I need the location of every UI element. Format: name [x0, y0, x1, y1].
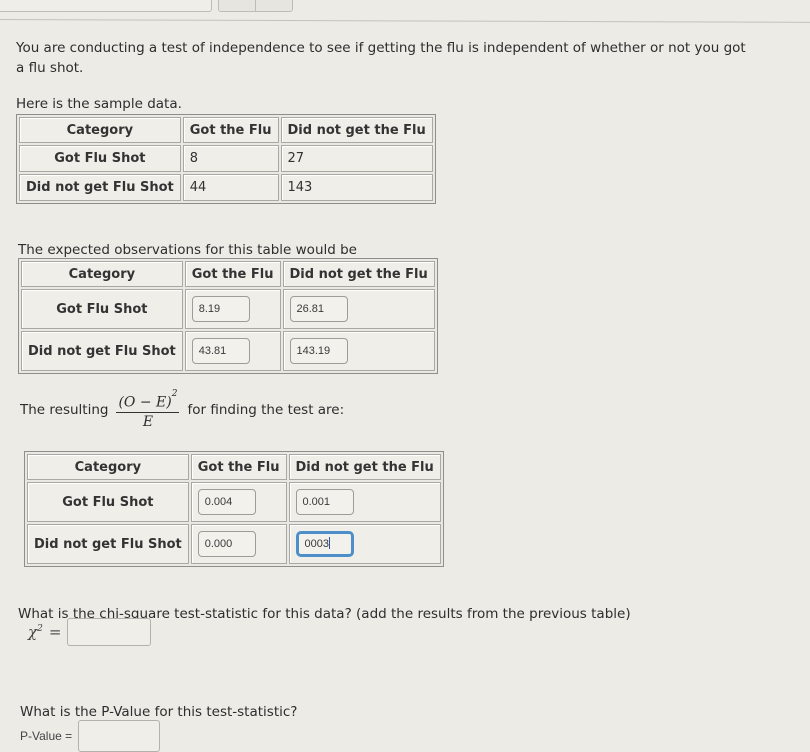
- column-header: Did not get the Flu: [280, 117, 433, 143]
- expected-input[interactable]: 26.81: [289, 296, 348, 322]
- chi-exponent: 2: [37, 624, 43, 634]
- expected-input[interactable]: 8.19: [191, 296, 250, 322]
- row-label: Did not get Flu Shot: [19, 174, 181, 201]
- column-header: Category: [19, 117, 181, 143]
- table-row: Did not get Flu Shot 43.81 143.19: [21, 331, 435, 371]
- observed-cell: 27: [280, 145, 433, 172]
- formula-fraction: (O − E)2 E: [116, 389, 180, 430]
- column-header: Category: [21, 261, 183, 287]
- observed-cell: 8: [182, 145, 279, 172]
- question-text: You are conducting a test of independenc…: [16, 40, 746, 76]
- table-row: Did not get Flu Shot 44 143: [19, 174, 433, 201]
- table-header-row: Category Got the Flu Did not get the Flu: [21, 261, 435, 287]
- contribution-input[interactable]: 0.000: [197, 531, 256, 557]
- chi-square-symbol: χ2: [28, 623, 43, 641]
- formula-exponent: 2: [171, 389, 178, 399]
- table-row: Did not get Flu Shot 0.000 0003: [27, 524, 441, 564]
- column-header: Category: [27, 454, 189, 480]
- formula-numerator-text: (O − E): [118, 394, 172, 411]
- contribution-input[interactable]: 0.004: [197, 489, 256, 515]
- table-row: Got Flu Shot 8 27: [19, 145, 433, 172]
- contribution-input-focused[interactable]: 0003: [295, 531, 354, 557]
- contributions-table: Category Got the Flu Did not get the Flu…: [24, 451, 444, 567]
- table-row: Got Flu Shot 0.004 0.001: [27, 482, 441, 522]
- table-header-row: Category Got the Flu Did not get the Flu: [27, 454, 441, 480]
- row-label: Got Flu Shot: [19, 145, 181, 172]
- table-row: Got Flu Shot 8.19 26.81: [21, 289, 435, 329]
- top-input-field[interactable]: [0, 0, 212, 12]
- column-header: Got the Flu: [184, 261, 281, 287]
- contribution-value: 0003: [304, 538, 329, 550]
- row-label: Did not get Flu Shot: [21, 331, 183, 371]
- divider: [0, 19, 810, 23]
- column-header: Did not get the Flu: [282, 261, 435, 287]
- chi-square-answer-row: χ2 =: [28, 618, 152, 646]
- formula-denominator: E: [142, 413, 154, 430]
- row-label: Got Flu Shot: [27, 482, 189, 522]
- resulting-suffix: for finding the test are:: [187, 402, 345, 419]
- expected-input[interactable]: 43.81: [191, 338, 250, 364]
- equals-sign: =: [48, 623, 62, 641]
- row-label: Got Flu Shot: [21, 289, 183, 329]
- contributions-label: The resulting (O − E)2 E for finding the…: [20, 389, 345, 430]
- column-header: Got the Flu: [190, 454, 287, 480]
- p-value-answer-row: P-Value =: [20, 720, 161, 752]
- p-value-label: P-Value =: [20, 729, 73, 743]
- expected-input[interactable]: 143.19: [289, 338, 348, 364]
- top-button-right[interactable]: [255, 0, 292, 11]
- sample-data-label: Here is the sample data.: [16, 96, 182, 112]
- text-caret: [328, 537, 330, 549]
- column-header: Did not get the Flu: [288, 454, 441, 480]
- table-header-row: Category Got the Flu Did not get the Flu: [19, 117, 433, 143]
- observed-cell: 44: [182, 174, 279, 201]
- formula-numerator: (O − E)2: [116, 389, 180, 413]
- chi-square-input[interactable]: [67, 618, 152, 646]
- p-value-input[interactable]: [78, 720, 161, 752]
- top-button-group[interactable]: [218, 0, 293, 12]
- top-button-left[interactable]: [219, 0, 255, 11]
- contribution-input[interactable]: 0.001: [295, 489, 354, 515]
- p-value-question: What is the P-Value for this test-statis…: [20, 704, 298, 720]
- row-label: Did not get Flu Shot: [27, 524, 189, 564]
- observed-table: Category Got the Flu Did not get the Flu…: [16, 114, 436, 204]
- resulting-prefix: The resulting: [20, 402, 109, 419]
- expected-label: The expected observations for this table…: [18, 242, 357, 258]
- chi-symbol-text: χ: [28, 623, 38, 641]
- observed-cell: 143: [280, 174, 433, 201]
- column-header: Got the Flu: [182, 117, 279, 143]
- expected-table: Category Got the Flu Did not get the Flu…: [18, 258, 438, 374]
